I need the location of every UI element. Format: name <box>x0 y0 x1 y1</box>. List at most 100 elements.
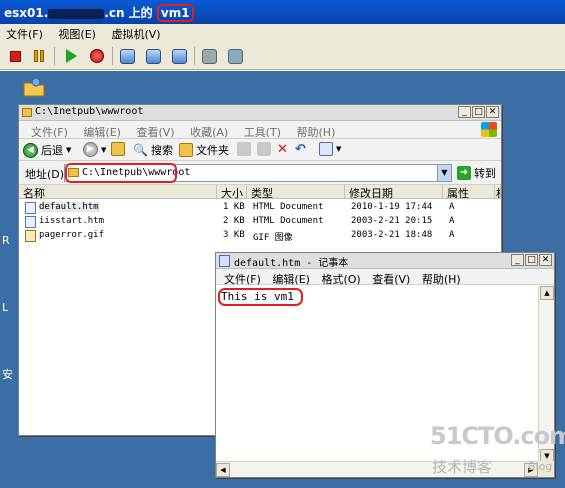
folders-button[interactable]: 文件夹 <box>179 142 229 158</box>
undo-button[interactable]: ↶ <box>295 142 306 157</box>
file-row[interactable]: pagerror.gif 3 KB GIF 图像 2003-2-21 18:48… <box>19 229 501 243</box>
html-file-icon <box>25 202 36 214</box>
np-menu-edit[interactable]: 编辑(E) <box>272 269 310 287</box>
address-highlight <box>65 163 177 183</box>
notepad-menubar: 文件(F) 编辑(E) 格式(O) 查看(V) 帮助(H) <box>216 269 554 287</box>
np-menu-file[interactable]: 文件(F) <box>224 269 261 287</box>
maximize-button[interactable]: □ <box>472 106 485 118</box>
scroll-up-icon[interactable]: ▲ <box>540 286 554 300</box>
vm-host-suffix: .cn 上的 <box>104 6 153 20</box>
file-attr: A <box>449 216 455 226</box>
back-label: 后退 <box>41 144 63 157</box>
vm-tools-button[interactable] <box>226 47 244 65</box>
menu-file[interactable]: 文件(F) <box>31 121 68 140</box>
maximize-button[interactable]: □ <box>525 254 538 266</box>
forward-arrow-icon: ▶ <box>83 142 98 157</box>
watermark-tag: Blog <box>528 460 553 473</box>
column-attributes[interactable]: 属性 <box>443 185 495 200</box>
snapshot-button[interactable] <box>118 47 136 65</box>
search-label: 搜索 <box>150 144 173 157</box>
minimize-button[interactable]: _ <box>511 254 524 266</box>
redacted-host <box>48 8 105 19</box>
folders-label: 文件夹 <box>196 144 229 157</box>
copy-to-icon <box>257 142 271 156</box>
image-file-icon <box>25 230 36 242</box>
file-row[interactable]: default.htm 1 KB HTML Document 2010-1-19… <box>19 201 501 215</box>
vm-menu-view[interactable]: 视图(E) <box>52 24 102 44</box>
column-modified[interactable]: 修改日期 <box>345 185 443 200</box>
explorer-toolbar: ◀ 后退 ▼ ▶ ▼ 🔍 搜索 文件夹 ✕ ↶ ▼ <box>19 139 501 161</box>
np-menu-format[interactable]: 格式(O) <box>321 269 360 287</box>
column-name[interactable]: 名称 <box>19 185 217 200</box>
explorer-title: C:\Inetpub\wwwroot <box>35 106 144 117</box>
file-row[interactable]: iisstart.htm 2 KB HTML Document 2003-2-2… <box>19 215 501 229</box>
forward-button[interactable]: ▶ ▼ <box>83 142 106 157</box>
file-modified: 2010-1-19 17:44 <box>351 202 433 212</box>
address-bar: 地址(D) C:\Inetpub\wwwroot ▼ ➜ 转到 <box>19 161 501 185</box>
np-menu-help[interactable]: 帮助(H) <box>422 269 461 287</box>
views-button[interactable]: ▼ <box>319 142 341 156</box>
html-file-icon <box>25 216 36 228</box>
copy-to-button[interactable] <box>257 142 271 156</box>
file-modified: 2003-2-21 18:48 <box>351 230 433 240</box>
delete-button[interactable]: ✕ <box>277 142 288 157</box>
scroll-left-icon[interactable]: ◀ <box>216 463 230 477</box>
notepad-title: default.htm - 记事本 <box>234 258 349 269</box>
np-menu-view[interactable]: 查看(V) <box>372 269 410 287</box>
content-highlight <box>218 288 303 306</box>
address-dropdown-button[interactable]: ▼ <box>437 165 451 181</box>
vm-settings-button[interactable] <box>200 47 218 65</box>
back-button[interactable]: ◀ 后退 ▼ <box>23 142 71 158</box>
file-name: default.htm <box>39 202 99 212</box>
vm-menu-vm[interactable]: 虚拟机(V) <box>105 24 166 44</box>
move-to-button[interactable] <box>237 142 251 156</box>
move-to-icon <box>237 142 251 156</box>
desktop-folder-icon[interactable] <box>22 75 46 99</box>
close-button[interactable]: ✕ <box>539 254 552 266</box>
file-type: GIF 图像 <box>253 233 293 243</box>
delete-icon: ✕ <box>277 142 288 157</box>
menu-view[interactable]: 查看(V) <box>136 121 174 140</box>
file-type: HTML Document <box>253 216 324 226</box>
stop-button[interactable] <box>6 47 24 65</box>
file-size: 2 KB <box>223 216 245 226</box>
menu-favorites[interactable]: 收藏(A) <box>190 121 228 140</box>
column-size[interactable]: 大小 <box>217 185 247 200</box>
close-button[interactable]: ✕ <box>486 106 499 118</box>
vm-name: vm1 <box>160 6 190 20</box>
forward-dropdown-icon[interactable]: ▼ <box>101 146 106 154</box>
vm-host-prefix: esx01. <box>4 6 49 20</box>
notepad-titlebar[interactable]: default.htm - 记事本 _ □ ✕ <box>216 253 554 269</box>
column-extra[interactable]: 相 <box>495 185 501 199</box>
go-button[interactable]: ➜ 转到 <box>457 165 496 181</box>
reset-button[interactable] <box>88 47 106 65</box>
notepad-icon <box>219 255 230 267</box>
up-folder-icon <box>111 142 125 156</box>
menu-help[interactable]: 帮助(H) <box>297 121 336 140</box>
watermark-site: 51CTO.com <box>430 422 565 450</box>
address-label: 地址(D) <box>25 168 65 181</box>
folders-icon <box>179 143 193 157</box>
pause-icon <box>34 50 44 62</box>
menu-edit[interactable]: 编辑(E) <box>83 121 121 140</box>
snapshot-manager-button[interactable] <box>170 47 188 65</box>
file-name: iisstart.htm <box>39 216 105 226</box>
back-dropdown-icon[interactable]: ▼ <box>66 146 71 154</box>
revert-snapshot-button[interactable] <box>144 47 162 65</box>
snapshot-icon <box>119 48 135 64</box>
go-arrow-icon: ➜ <box>457 166 471 180</box>
pause-button[interactable] <box>30 47 48 65</box>
vm-menu-file[interactable]: 文件(F) <box>0 24 49 44</box>
file-attr: A <box>449 202 455 212</box>
vm-name-highlight: vm1 <box>156 4 194 22</box>
menu-tools[interactable]: 工具(T) <box>244 121 281 140</box>
search-button[interactable]: 🔍 搜索 <box>133 142 173 158</box>
up-folder-button[interactable] <box>111 142 125 156</box>
minimize-button[interactable]: _ <box>458 106 471 118</box>
stop-icon <box>9 50 21 62</box>
column-type[interactable]: 类型 <box>247 185 345 200</box>
explorer-titlebar[interactable]: C:\Inetpub\wwwroot _ □ ✕ <box>19 105 501 121</box>
file-size: 1 KB <box>223 202 245 212</box>
vm-console-title: esx01. .cn 上的 vm1 <box>4 4 194 22</box>
play-button[interactable] <box>62 47 80 65</box>
